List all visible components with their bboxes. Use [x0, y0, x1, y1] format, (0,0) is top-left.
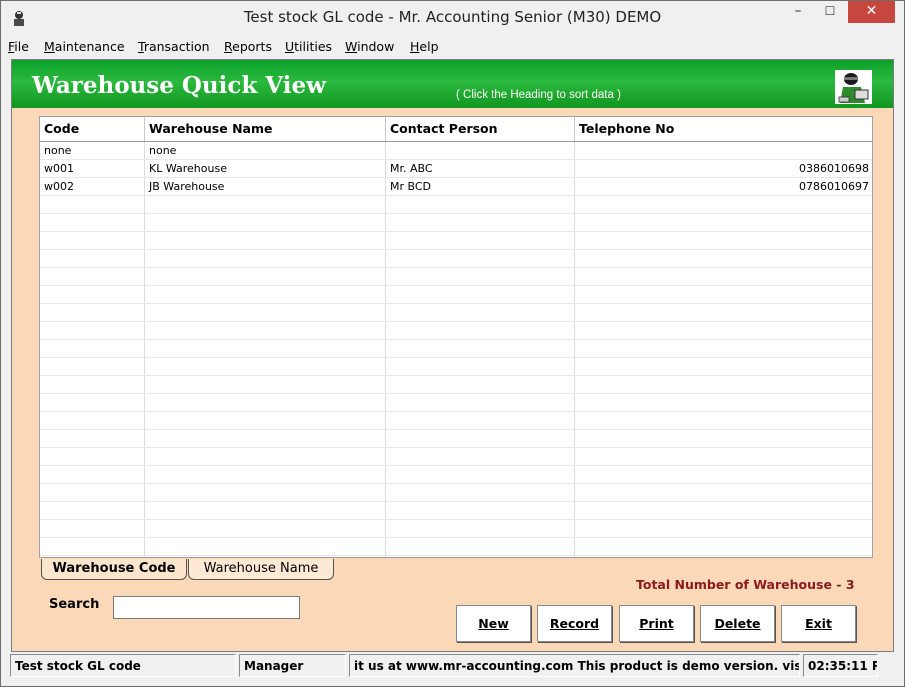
delete-button[interactable]: Delete [700, 605, 775, 642]
empty-table-row [40, 520, 872, 538]
table-row[interactable]: none none [40, 142, 872, 160]
status-time: 02:35:11 PM [803, 654, 878, 677]
empty-table-row [40, 376, 872, 394]
cell-contact-person [386, 142, 575, 159]
close-icon[interactable]: ✕ [848, 1, 895, 23]
empty-table-row [40, 448, 872, 466]
form-header: Warehouse Quick View ( Click the Heading… [12, 60, 893, 108]
table-row[interactable]: w001 KL Warehouse Mr. ABC 0386010698 [40, 160, 872, 178]
menu-window[interactable]: Window [345, 39, 394, 54]
cell-telephone: 0386010698 [799, 162, 869, 175]
menu-file[interactable]: File [8, 39, 29, 54]
minimize-icon[interactable]: – [783, 1, 813, 23]
print-button-label: Print [639, 616, 674, 631]
empty-table-row [40, 502, 872, 520]
empty-table-row [40, 340, 872, 358]
cell-contact-person: Mr BCD [390, 180, 432, 193]
maximize-icon[interactable]: ☐ [815, 1, 845, 23]
empty-table-row [40, 358, 872, 376]
column-header-telephone-no[interactable]: Telephone No [575, 117, 872, 141]
table-body: none none w001 KL Warehouse Mr. ABC 0386… [40, 142, 872, 557]
menu-help[interactable]: Help [410, 39, 439, 54]
cell-code: w001 [44, 162, 74, 175]
empty-table-row [40, 304, 872, 322]
warehouse-quick-view-form: Warehouse Quick View ( Click the Heading… [11, 59, 894, 652]
column-header-warehouse-name[interactable]: Warehouse Name [145, 117, 386, 141]
cell-telephone [575, 142, 872, 159]
cell-code: w002 [44, 180, 74, 193]
empty-table-row [40, 394, 872, 412]
page-title: Warehouse Quick View [32, 72, 326, 99]
column-header-code[interactable]: Code [40, 117, 145, 141]
cell-code: none [44, 144, 72, 157]
app-window: Test stock GL code - Mr. Accounting Seni… [0, 0, 905, 687]
search-input[interactable] [113, 596, 300, 619]
tab-warehouse-name[interactable]: Warehouse Name [188, 559, 334, 580]
record-button-label: Record [549, 616, 600, 631]
empty-table-row [40, 268, 872, 286]
cell-warehouse-name: KL Warehouse [149, 162, 227, 175]
empty-table-row [40, 466, 872, 484]
exit-button-label: Exit [805, 616, 832, 631]
warehouse-table: Code Warehouse Name Contact Person Telep… [39, 116, 873, 558]
delete-button-label: Delete [714, 616, 761, 631]
new-button[interactable]: New [456, 605, 531, 642]
exit-button[interactable]: Exit [781, 605, 856, 642]
menu-bar: File Maintenance Transaction Reports Uti… [1, 36, 904, 59]
cell-warehouse-name: JB Warehouse [149, 180, 225, 193]
menu-transaction[interactable]: Transaction [138, 39, 210, 54]
empty-table-row [40, 196, 872, 214]
menu-utilities[interactable]: Utilities [285, 39, 332, 54]
empty-table-row [40, 412, 872, 430]
record-button[interactable]: Record [537, 605, 612, 642]
cell-telephone: 0786010697 [799, 180, 869, 193]
empty-table-row [40, 214, 872, 232]
empty-table-row [40, 430, 872, 448]
total-warehouse-count: Total Number of Warehouse - 3 [636, 577, 855, 592]
empty-table-row [40, 484, 872, 502]
title-bar[interactable]: Test stock GL code - Mr. Accounting Seni… [1, 1, 904, 36]
menu-maintenance[interactable]: Maintenance [44, 39, 125, 54]
sort-hint: ( Click the Heading to sort data ) [456, 89, 621, 101]
table-row[interactable]: w002 JB Warehouse Mr BCD 0786010697 [40, 178, 872, 196]
menu-reports[interactable]: Reports [224, 39, 272, 54]
empty-table-row [40, 322, 872, 340]
print-button[interactable]: Print [619, 605, 694, 642]
new-button-label: New [478, 616, 509, 631]
empty-table-row [40, 250, 872, 268]
status-company: Test stock GL code [10, 654, 236, 677]
cell-contact-person: Mr. ABC [390, 162, 433, 175]
status-bar: Test stock GL code Manager it us at www.… [1, 652, 904, 686]
empty-table-row [40, 232, 872, 250]
window-title: Test stock GL code - Mr. Accounting Seni… [243, 8, 662, 26]
status-message: it us at www.mr-accounting.com This prod… [349, 654, 800, 677]
tab-warehouse-code[interactable]: Warehouse Code [41, 559, 187, 580]
column-header-contact-person[interactable]: Contact Person [386, 117, 575, 141]
search-label: Search [49, 597, 100, 612]
status-user: Manager [239, 654, 346, 677]
empty-table-row [40, 286, 872, 304]
table-header: Code Warehouse Name Contact Person Telep… [40, 117, 872, 142]
cell-warehouse-name: none [149, 144, 177, 157]
accountant-icon [835, 70, 872, 104]
empty-table-row [40, 538, 872, 556]
